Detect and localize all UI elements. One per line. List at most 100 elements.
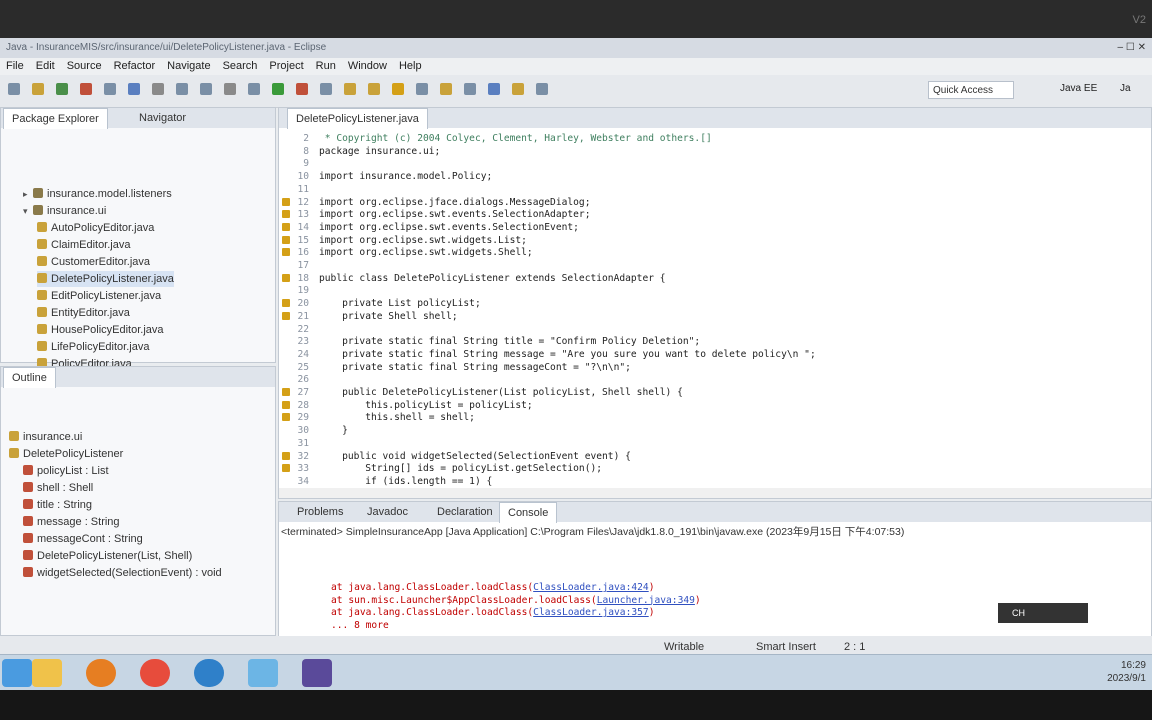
media-player-icon[interactable] <box>86 659 116 687</box>
code-line[interactable]: 34 if (ids.length == 1) { <box>279 475 1139 488</box>
perspective-java-ee[interactable]: Java EE <box>1060 83 1097 94</box>
console-source-link[interactable]: ClassLoader.java:357 <box>533 607 649 618</box>
start-button[interactable] <box>2 659 32 687</box>
code-line[interactable]: 20 private List policyList; <box>279 297 1139 310</box>
tab-problems[interactable]: Problems <box>289 502 351 522</box>
toolbar-button-icon[interactable] <box>536 83 548 95</box>
toolbar-button-icon[interactable] <box>464 83 476 95</box>
expand-down-icon[interactable]: ▾ <box>23 203 33 219</box>
editor-horizontal-scrollbar[interactable] <box>279 488 1151 498</box>
toolbar-button-icon[interactable] <box>296 83 308 95</box>
outline-item[interactable]: title : String <box>23 497 92 513</box>
code-line[interactable]: 10 import insurance.model.Policy; <box>279 170 1139 183</box>
package-tree-item[interactable]: ▸ insurance.model.listeners <box>23 186 172 202</box>
code-line[interactable]: 17 <box>279 259 1139 272</box>
code-line[interactable]: 12 import org.eclipse.jface.dialogs.Messa… <box>279 196 1139 209</box>
code-line[interactable]: 32 public void widgetSelected(SelectionE… <box>279 450 1139 463</box>
outline-item[interactable]: policyList : List <box>23 463 109 479</box>
code-line[interactable]: 11 <box>279 183 1139 196</box>
outline-item[interactable]: messageCont : String <box>23 531 143 547</box>
menu-run[interactable]: Run <box>316 60 336 72</box>
code-line[interactable]: 26 <box>279 373 1139 386</box>
code-line[interactable]: 8 package insurance.ui; <box>279 145 1139 158</box>
tab-package-explorer[interactable]: Package Explorer <box>3 108 108 129</box>
code-line[interactable]: 27 public DeletePolicyListener(List poli… <box>279 386 1139 399</box>
perspective-java[interactable]: Ja <box>1120 83 1131 94</box>
package-tree-item[interactable]: LifePolicyEditor.java <box>37 339 149 355</box>
code-line[interactable]: 13 import org.eclipse.swt.events.Selectio… <box>279 208 1139 221</box>
toolbar-button-icon[interactable] <box>320 83 332 95</box>
toolbar-button-icon[interactable] <box>488 83 500 95</box>
toolbar-button-icon[interactable] <box>128 83 140 95</box>
toolbar-button-icon[interactable] <box>416 83 428 95</box>
outline-item[interactable]: DeletePolicyListener <box>9 446 123 462</box>
code-line[interactable]: 22 <box>279 323 1139 336</box>
code-line[interactable]: 2 * Copyright (c) 2004 Colyec, Clement, … <box>279 132 1139 145</box>
tab-navigator[interactable]: Navigator <box>131 108 194 128</box>
code-editor[interactable]: DeletePolicyListener.java 2 * Copyright … <box>278 107 1152 499</box>
menu-project[interactable]: Project <box>269 60 303 72</box>
toolbar-button-icon[interactable] <box>104 83 116 95</box>
tab-console[interactable]: Console <box>499 502 558 523</box>
window-icon[interactable] <box>248 659 278 687</box>
tab-declaration[interactable]: Declaration <box>429 502 501 522</box>
tab-javadoc[interactable]: Javadoc <box>359 502 416 522</box>
menu-refactor[interactable]: Refactor <box>114 60 156 72</box>
menu-search[interactable]: Search <box>223 60 258 72</box>
package-tree-item[interactable]: HousePolicyEditor.java <box>37 322 164 338</box>
code-line[interactable]: 25 private static final String messageCo… <box>279 361 1139 374</box>
quick-access-input[interactable]: Quick Access <box>928 81 1014 99</box>
toolbar-button-icon[interactable] <box>8 83 20 95</box>
package-tree-item[interactable]: EntityEditor.java <box>37 305 130 321</box>
code-line[interactable]: 23 private static final String title = "… <box>279 335 1139 348</box>
package-tree-item[interactable]: CustomerEditor.java <box>37 254 150 270</box>
menu-navigate[interactable]: Navigate <box>167 60 210 72</box>
package-tree-item[interactable]: DeletePolicyListener.java <box>37 271 174 287</box>
menu-help[interactable]: Help <box>399 60 422 72</box>
menu-source[interactable]: Source <box>67 60 102 72</box>
code-line[interactable]: 24 private static final String message =… <box>279 348 1139 361</box>
toolbar-button-icon[interactable] <box>32 83 44 95</box>
code-line[interactable]: 19 <box>279 284 1139 297</box>
toolbar-button-icon[interactable] <box>224 83 236 95</box>
code-line[interactable]: 18 public class DeletePolicyListener exte… <box>279 272 1139 285</box>
code-line[interactable]: 28 this.policyList = policyList; <box>279 399 1139 412</box>
package-tree-item[interactable]: AutoPolicyEditor.java <box>37 220 154 236</box>
console-source-link[interactable]: ClassLoader.java:424 <box>533 582 649 593</box>
system-clock[interactable]: 16:29 2023/9/1 <box>1107 659 1146 685</box>
toolbar-button-icon[interactable] <box>272 83 284 95</box>
code-line[interactable]: 30 } <box>279 424 1139 437</box>
window-controls[interactable]: – ☐ ✕ <box>1118 38 1146 58</box>
outline-item[interactable]: DeletePolicyListener(List, Shell) <box>23 548 192 564</box>
toolbar-button-icon[interactable] <box>344 83 356 95</box>
code-line[interactable]: 31 <box>279 437 1139 450</box>
menu-window[interactable]: Window <box>348 60 387 72</box>
toolbar-button-icon[interactable] <box>248 83 260 95</box>
folder-icon[interactable] <box>32 659 62 687</box>
menu-file[interactable]: File <box>6 60 24 72</box>
chrome-icon[interactable] <box>140 659 170 687</box>
toolbar-button-icon[interactable] <box>200 83 212 95</box>
code-line[interactable]: 29 this.shell = shell; <box>279 411 1139 424</box>
code-line[interactable]: 15 import org.eclipse.swt.widgets.List; <box>279 234 1139 247</box>
toolbar-button-icon[interactable] <box>176 83 188 95</box>
outline-item[interactable]: message : String <box>23 514 120 530</box>
code-line[interactable]: 21 private Shell shell; <box>279 310 1139 323</box>
package-tree-item[interactable]: ▾ insurance.ui <box>23 203 106 219</box>
toolbar-button-icon[interactable] <box>392 83 404 95</box>
eclipse-icon[interactable] <box>302 659 332 687</box>
code-line[interactable]: 33 String[] ids = policyList.getSelectio… <box>279 462 1139 475</box>
outline-item[interactable]: shell : Shell <box>23 480 93 496</box>
code-line[interactable]: 9 <box>279 157 1139 170</box>
tab-delete-policy-listener[interactable]: DeletePolicyListener.java <box>287 108 428 129</box>
outline-item[interactable]: insurance.ui <box>9 429 82 445</box>
toolbar-button-icon[interactable] <box>56 83 68 95</box>
menu-edit[interactable]: Edit <box>36 60 55 72</box>
console-source-link[interactable]: Launcher.java:349 <box>597 595 695 606</box>
toolbar-button-icon[interactable] <box>512 83 524 95</box>
toolbar-button-icon[interactable] <box>80 83 92 95</box>
outline-item[interactable]: widgetSelected(SelectionEvent) : void <box>23 565 222 581</box>
toolbar-button-icon[interactable] <box>368 83 380 95</box>
app-icon[interactable] <box>194 659 224 687</box>
tab-outline[interactable]: Outline <box>3 367 56 388</box>
